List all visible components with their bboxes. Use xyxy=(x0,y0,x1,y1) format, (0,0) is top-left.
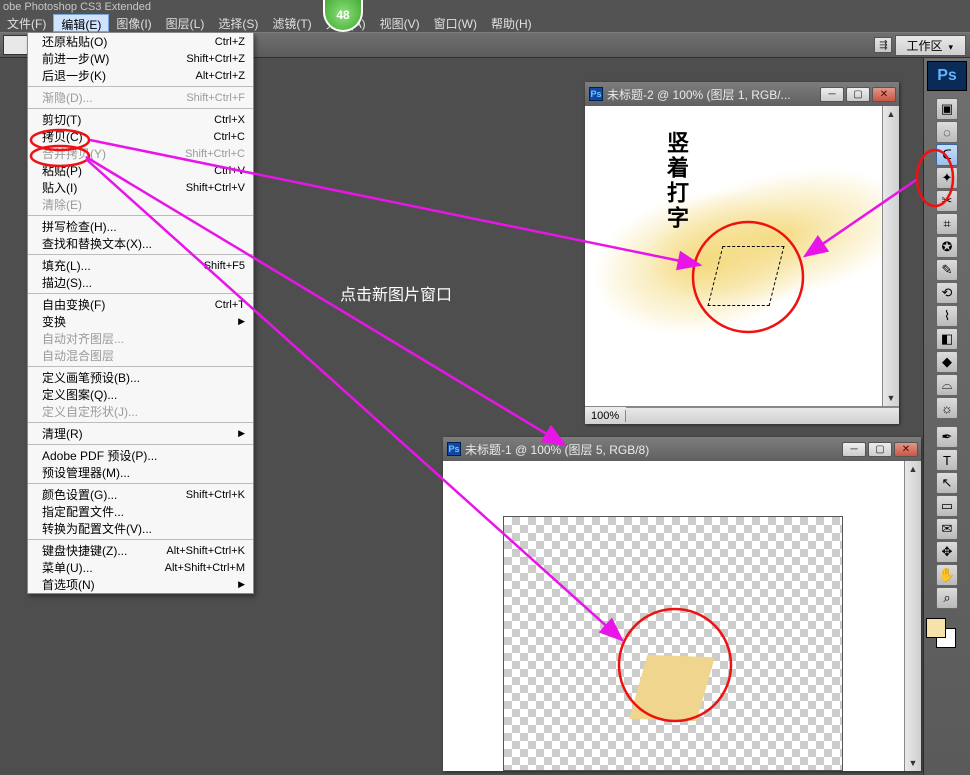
close-button[interactable]: ✕ xyxy=(872,87,896,102)
menu-编辑(E)[interactable]: 编辑(E) xyxy=(53,14,109,32)
path-select-tool[interactable]: ↖ xyxy=(936,472,958,494)
notes-tool[interactable]: ✉ xyxy=(936,518,958,540)
wand-tool[interactable]: ✦ xyxy=(936,167,958,189)
menu-item-渐隐(D)...: 渐隐(D)...Shift+Ctrl+F xyxy=(28,89,253,106)
crop-tool[interactable]: ✂ xyxy=(936,190,958,212)
menu-item-自由变换(F)[interactable]: 自由变换(F)Ctrl+T xyxy=(28,296,253,313)
app-title: obe Photoshop CS3 Extended xyxy=(3,1,151,13)
vertical-scrollbar[interactable]: ▲▼ xyxy=(904,461,921,771)
go-to-bridge-icon[interactable]: ⇶ xyxy=(874,37,892,53)
menu-item-清除(E): 清除(E) xyxy=(28,196,253,213)
menu-item-查找和替换文本(X)...[interactable]: 查找和替换文本(X)... xyxy=(28,235,253,252)
menu-item-定义自定形状(J)...: 定义自定形状(J)... xyxy=(28,403,253,420)
ps-doc-icon: Ps xyxy=(447,442,461,456)
menubar[interactable]: 文件(F)编辑(E)图像(I)图层(L)选择(S)滤镜(T)分析(A)视图(V)… xyxy=(0,14,970,32)
blur-tool[interactable]: ⌓ xyxy=(936,374,958,396)
move-tool[interactable]: ▣ xyxy=(936,98,958,120)
menu-item-还原粘贴(O)[interactable]: 还原粘贴(O)Ctrl+Z xyxy=(28,33,253,50)
doc1-statusbar: 100% xyxy=(585,406,899,424)
menu-item-指定配置文件...[interactable]: 指定配置文件... xyxy=(28,503,253,520)
menu-item-描边(S)...[interactable]: 描边(S)... xyxy=(28,274,253,291)
eyedropper-tool[interactable]: ✥ xyxy=(936,541,958,563)
foreground-color-swatch[interactable] xyxy=(926,618,946,638)
menu-item-自动对齐图层...: 自动对齐图层... xyxy=(28,330,253,347)
document-window-2[interactable]: Ps 未标题-1 @ 100% (图层 5, RGB/8) ─ ▢ ✕ ▲▼ xyxy=(443,437,921,771)
menu-item-定义图案(Q)...[interactable]: 定义图案(Q)... xyxy=(28,386,253,403)
doc1-title: 未标题-2 @ 100% (图层 1, RGB/... xyxy=(607,86,818,103)
heal-tool[interactable]: ✪ xyxy=(936,236,958,258)
menu-滤镜(T)[interactable]: 滤镜(T) xyxy=(265,14,318,32)
menu-帮助(H)[interactable]: 帮助(H) xyxy=(484,14,539,32)
hand-tool[interactable]: ✋ xyxy=(936,564,958,586)
menu-item-后退一步(K)[interactable]: 后退一步(K)Alt+Ctrl+Z xyxy=(28,67,253,84)
menu-item-拼写检查(H)...[interactable]: 拼写检查(H)... xyxy=(28,218,253,235)
menu-item-菜单(U)...[interactable]: 菜单(U)...Alt+Shift+Ctrl+M xyxy=(28,559,253,576)
doc1-titlebar[interactable]: Ps 未标题-2 @ 100% (图层 1, RGB/... ─ ▢ ✕ xyxy=(585,82,899,106)
menu-item-贴入(I)[interactable]: 贴入(I)Shift+Ctrl+V xyxy=(28,179,253,196)
horizontal-scrollbar[interactable] xyxy=(626,407,899,424)
menu-图像(I)[interactable]: 图像(I) xyxy=(109,14,158,32)
workspace-menu[interactable]: 工作区 xyxy=(895,35,966,56)
ps-doc-icon: Ps xyxy=(589,87,603,101)
menu-item-前进一步(W)[interactable]: 前进一步(W)Shift+Ctrl+Z xyxy=(28,50,253,67)
menu-item-预设管理器(M)...[interactable]: 预设管理器(M)... xyxy=(28,464,253,481)
zoom-tool[interactable]: ⌕ xyxy=(936,587,958,609)
shape-tool[interactable]: ▭ xyxy=(936,495,958,517)
menu-图层(L)[interactable]: 图层(L) xyxy=(159,14,212,32)
minimize-button[interactable]: ─ xyxy=(820,87,844,102)
lasso-tool[interactable]: ᑕ xyxy=(936,144,958,166)
transparent-canvas xyxy=(503,516,843,771)
tools-rail: Ps ▣◌ᑕ✦✂⌗✪✎⟲⌇◧◆⌓☼ ✒T↖▭✉✥✋⌕ xyxy=(923,58,970,775)
doc2-title: 未标题-1 @ 100% (图层 5, RGB/8) xyxy=(465,441,840,458)
menu-item-变换[interactable]: 变换▶ xyxy=(28,313,253,330)
doc2-titlebar[interactable]: Ps 未标题-1 @ 100% (图层 5, RGB/8) ─ ▢ ✕ xyxy=(443,437,921,461)
type-tool[interactable]: T xyxy=(936,449,958,471)
document-window-1[interactable]: Ps 未标题-2 @ 100% (图层 1, RGB/... ─ ▢ ✕ 竖着打… xyxy=(585,82,899,424)
dodge-tool[interactable]: ☼ xyxy=(936,397,958,419)
doc2-canvas[interactable] xyxy=(443,461,904,771)
menu-item-定义画笔预设(B)...[interactable]: 定义画笔预设(B)... xyxy=(28,369,253,386)
vertical-scrollbar[interactable]: ▲▼ xyxy=(882,106,899,406)
maximize-button[interactable]: ▢ xyxy=(868,442,892,457)
menu-item-粘贴(P)[interactable]: 粘贴(P)Ctrl+V xyxy=(28,162,253,179)
menu-item-填充(L)...[interactable]: 填充(L)...Shift+F5 xyxy=(28,257,253,274)
menu-item-颜色设置(G)...[interactable]: 颜色设置(G)...Shift+Ctrl+K xyxy=(28,486,253,503)
menu-item-首选项(N)[interactable]: 首选项(N)▶ xyxy=(28,576,253,593)
minimize-button[interactable]: ─ xyxy=(842,442,866,457)
doc1-zoom[interactable]: 100% xyxy=(585,410,626,422)
annotation-label: 点击新图片窗口 xyxy=(340,286,452,304)
ps-logo-icon[interactable]: Ps xyxy=(927,61,967,91)
app-titlebar: obe Photoshop CS3 Extended xyxy=(0,0,970,14)
menu-item-自动混合图层: 自动混合图层 xyxy=(28,347,253,364)
maximize-button[interactable]: ▢ xyxy=(846,87,870,102)
menu-item-剪切(T)[interactable]: 剪切(T)Ctrl+X xyxy=(28,111,253,128)
menu-item-拷贝(C)[interactable]: 拷贝(C)Ctrl+C xyxy=(28,128,253,145)
menu-item-清理(R)[interactable]: 清理(R)▶ xyxy=(28,425,253,442)
gradient-tool[interactable]: ◆ xyxy=(936,351,958,373)
color-swatches[interactable] xyxy=(924,616,958,650)
slice-tool[interactable]: ⌗ xyxy=(936,213,958,235)
history-brush-tool[interactable]: ⌇ xyxy=(936,305,958,327)
menu-窗口(W)[interactable]: 窗口(W) xyxy=(427,14,484,32)
menu-选择(S)[interactable]: 选择(S) xyxy=(211,14,265,32)
menu-文件(F)[interactable]: 文件(F) xyxy=(0,14,53,32)
edit-menu-dropdown[interactable]: 还原粘贴(O)Ctrl+Z前进一步(W)Shift+Ctrl+Z后退一步(K)A… xyxy=(27,32,254,594)
stamp-tool[interactable]: ⟲ xyxy=(936,282,958,304)
menu-item-合并拷贝(Y): 合并拷贝(Y)Shift+Ctrl+C xyxy=(28,145,253,162)
close-button[interactable]: ✕ xyxy=(894,442,918,457)
menu-item-转换为配置文件(V)...[interactable]: 转换为配置文件(V)... xyxy=(28,520,253,537)
doc1-canvas[interactable]: 竖着打字 xyxy=(585,106,882,406)
menu-视图(V)[interactable]: 视图(V) xyxy=(373,14,427,32)
menu-item-键盘快捷键(Z)...[interactable]: 键盘快捷键(Z)...Alt+Shift+Ctrl+K xyxy=(28,542,253,559)
marquee-tool[interactable]: ◌ xyxy=(936,121,958,143)
brush-tool[interactable]: ✎ xyxy=(936,259,958,281)
pen-tool[interactable]: ✒ xyxy=(936,426,958,448)
vertical-text: 竖着打字 xyxy=(660,131,692,231)
eraser-tool[interactable]: ◧ xyxy=(936,328,958,350)
menu-item-Adobe PDF 预设(P)...[interactable]: Adobe PDF 预设(P)... xyxy=(28,447,253,464)
